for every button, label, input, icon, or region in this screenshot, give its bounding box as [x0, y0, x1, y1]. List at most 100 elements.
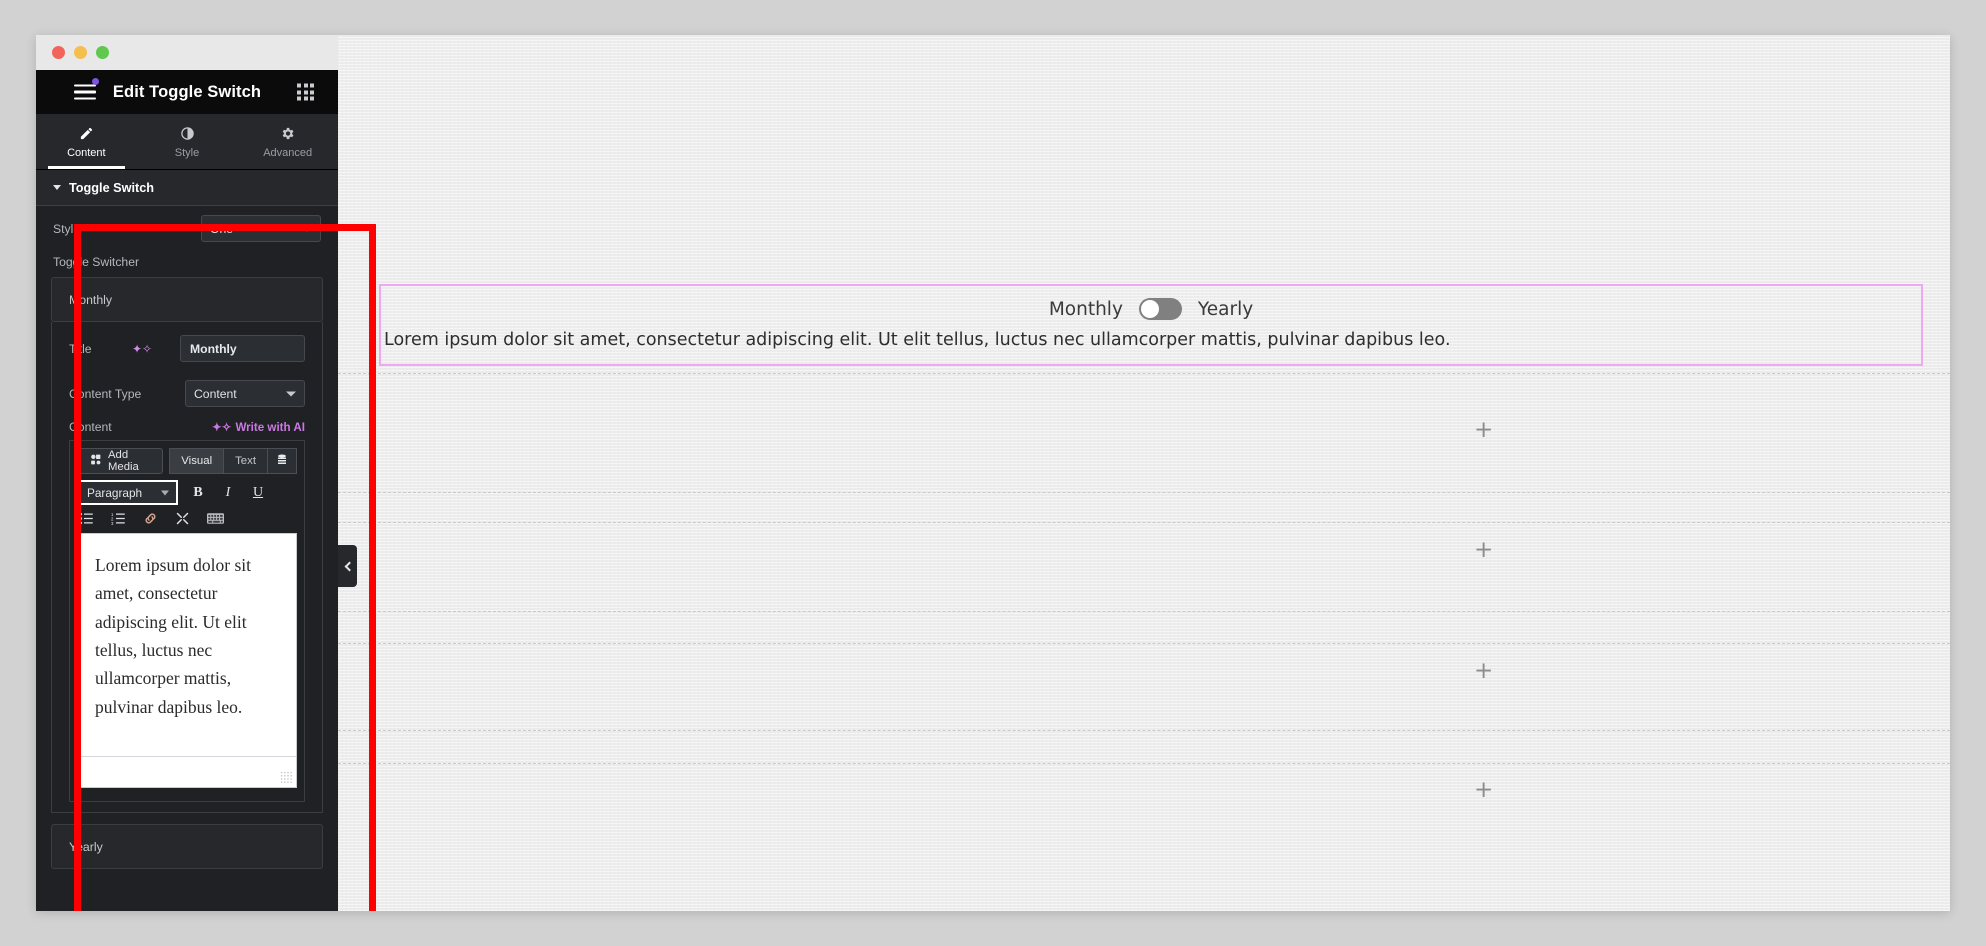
tab-advanced-label: Advanced — [263, 146, 313, 159]
editor-panel: Edit Toggle Switch Content Style Advance… — [36, 70, 338, 911]
italic-button[interactable]: I — [218, 485, 238, 501]
chevron-left-icon — [344, 561, 354, 571]
write-with-ai-button[interactable]: ✦✧ Write with AI — [212, 420, 305, 435]
section-toggle-switch-header[interactable]: Toggle Switch — [36, 170, 338, 206]
ai-sparkle-icon[interactable]: ✦✧ — [132, 342, 152, 356]
repeater-item-monthly[interactable]: Monthly — [51, 277, 323, 322]
editor-toolbar-top: Add Media Visual Text — [70, 441, 304, 480]
hamburger-icon[interactable] — [74, 84, 96, 100]
tab-style-label: Style — [174, 146, 200, 159]
database-icon — [276, 453, 288, 469]
link-icon[interactable] — [143, 511, 158, 526]
section-divider — [338, 763, 1950, 764]
panel-tabs: Content Style Advanced — [36, 114, 338, 170]
control-row-title: Title ✦✧ Monthly — [52, 326, 322, 371]
fullscreen-icon[interactable] — [175, 511, 190, 526]
control-row-content-type: Content Type Content — [52, 371, 322, 416]
write-with-ai-label: Write with AI — [235, 420, 305, 434]
editor-bottom-pad — [70, 788, 304, 801]
editor-tab-text[interactable]: Text — [224, 448, 268, 474]
section-divider — [338, 643, 1950, 644]
style-label: Style — [53, 221, 81, 236]
editor-statusbar — [78, 756, 296, 787]
add-section-button[interactable]: + — [1474, 419, 1493, 442]
toggle-left-label: Monthly — [1048, 298, 1123, 320]
repeater-item-yearly[interactable]: Yearly — [51, 824, 323, 869]
toggle-switcher-label: Toggle Switcher — [53, 255, 140, 269]
grid-icon[interactable] — [297, 83, 314, 101]
tab-style[interactable]: Style — [137, 114, 238, 169]
underline-button[interactable]: U — [248, 485, 268, 501]
section-divider — [338, 730, 1950, 731]
control-row-style: Style One — [36, 206, 338, 251]
editor-body-text: Lorem ipsum dolor sit amet, consectetur … — [95, 555, 252, 717]
toggle-right-label: Yearly — [1197, 298, 1254, 320]
svg-text:3: 3 — [111, 521, 114, 525]
section-divider — [338, 373, 1950, 374]
style-select[interactable]: One — [201, 215, 321, 242]
add-media-label: Add Media — [108, 449, 139, 473]
add-section-button[interactable]: + — [1474, 779, 1493, 802]
tab-advanced[interactable]: Advanced — [237, 114, 338, 169]
editor-tab-visual-label: Visual — [181, 455, 213, 467]
editor-content-area[interactable]: Lorem ipsum dolor sit amet, consectetur … — [77, 533, 297, 788]
window-titlebar — [36, 35, 376, 70]
minimize-window-button[interactable] — [74, 46, 87, 59]
toggle-row: Monthly Yearly — [381, 286, 1921, 320]
content-type-label: Content Type — [69, 386, 142, 401]
paragraph-format-select[interactable]: Paragraph — [77, 480, 178, 505]
content-type-select[interactable]: Content — [185, 380, 305, 407]
tab-content-label: Content — [67, 146, 106, 159]
numbered-list-icon[interactable]: 1 2 3 — [111, 512, 126, 525]
editor-tab-text-label: Text — [235, 455, 256, 467]
wp-editor: Add Media Visual Text Paragraph B I U 1 … — [69, 440, 305, 802]
paragraph-format-value: Paragraph — [87, 485, 143, 500]
pencil-icon — [79, 125, 94, 142]
section-divider — [338, 522, 1950, 523]
content-header-row: Content ✦✧ Write with AI — [52, 416, 322, 440]
close-window-button[interactable] — [52, 46, 65, 59]
editor-canvas: Monthly Yearly Lorem ipsum dolor sit ame… — [338, 35, 1950, 911]
chevron-down-icon — [286, 391, 296, 396]
repeater-item-monthly-body: Title ✦✧ Monthly Content Type Content Co… — [51, 322, 323, 813]
toggle-knob — [1140, 300, 1159, 318]
toggle-switch-widget[interactable]: Monthly Yearly Lorem ipsum dolor sit ame… — [379, 284, 1923, 366]
gear-icon — [280, 125, 295, 142]
maximize-window-button[interactable] — [96, 46, 109, 59]
content-type-value: Content — [194, 386, 237, 401]
title-input[interactable]: Monthly — [180, 335, 305, 362]
title-label: Title — [69, 341, 92, 356]
repeater-item-label: Monthly — [69, 292, 113, 307]
ai-sparkle-icon: ✦✧ — [212, 421, 232, 434]
title-input-value: Monthly — [190, 341, 237, 356]
editor-format-bar-second: 1 2 3 — [70, 511, 304, 533]
media-icon — [89, 453, 102, 469]
chevron-down-icon — [53, 185, 61, 190]
toggle-switcher-label-row: Toggle Switcher — [36, 251, 338, 271]
chevron-down-icon — [161, 490, 169, 495]
repeater-item-label: Yearly — [69, 839, 103, 854]
section-divider — [338, 492, 1950, 493]
add-section-button[interactable]: + — [1474, 539, 1493, 562]
bold-button[interactable]: B — [188, 485, 208, 501]
editor-tab-database[interactable] — [268, 448, 297, 474]
tab-content[interactable]: Content — [36, 114, 137, 169]
editor-tab-visual[interactable]: Visual — [169, 448, 225, 474]
collapse-panel-button[interactable] — [338, 545, 357, 587]
resize-grip[interactable] — [280, 771, 292, 783]
add-media-button[interactable]: Add Media — [77, 448, 164, 474]
content-label: Content — [69, 420, 112, 434]
section-divider — [338, 611, 1950, 612]
add-section-button[interactable]: + — [1474, 660, 1493, 683]
toggle-switch-control[interactable] — [1138, 298, 1182, 320]
bulleted-list-icon[interactable] — [79, 512, 94, 525]
notification-badge — [92, 78, 99, 85]
panel-body: Toggle Switch Style One Toggle Switcher … — [36, 170, 338, 911]
chevron-down-icon — [302, 226, 312, 231]
keyboard-icon[interactable] — [207, 512, 224, 525]
contrast-icon — [180, 125, 195, 142]
app-window: Edit Toggle Switch Content Style Advance… — [36, 35, 1950, 911]
widget-paragraph: Lorem ipsum dolor sit amet, consectetur … — [384, 330, 1451, 350]
editor-mode-tabs: Visual Text — [169, 448, 297, 474]
section-title: Toggle Switch — [69, 180, 155, 195]
